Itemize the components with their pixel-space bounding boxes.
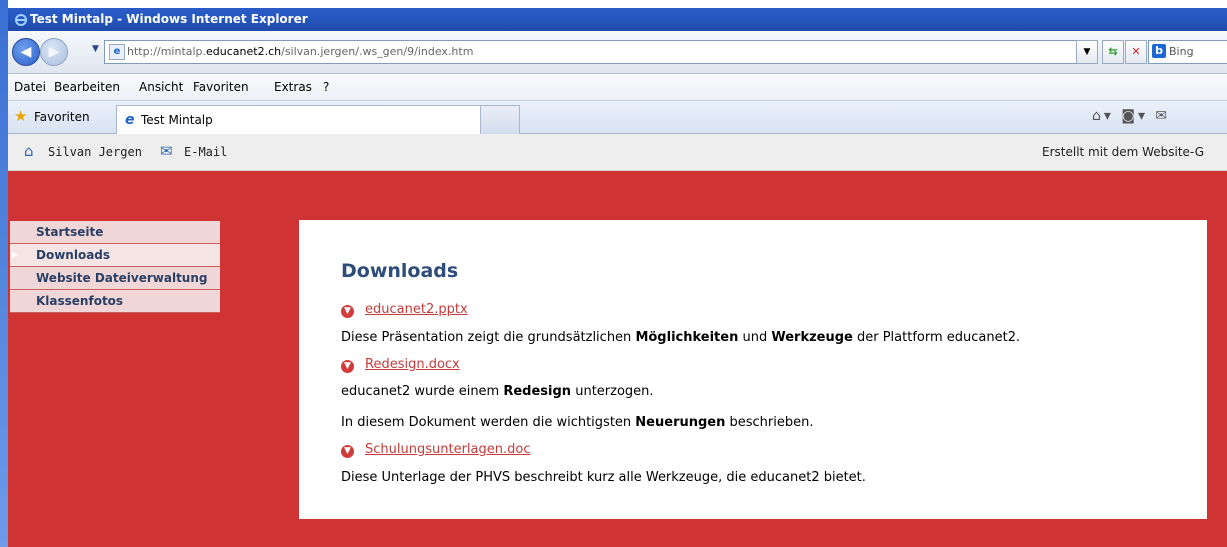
url-text[interactable]: http://mintalp.educanet2.ch/silvan.jerge…	[127, 45, 473, 58]
desc-text: unterzogen.	[571, 384, 654, 399]
site-owner-link[interactable]: Silvan Jergen	[48, 145, 142, 159]
download-link-doc[interactable]: Schulungsunterlagen.doc	[365, 442, 530, 457]
menu-bar: Datei Bearbeiten Ansicht Favoriten Extra…	[8, 74, 1227, 101]
window-title: Test Mintalp - Windows Internet Explorer	[30, 12, 308, 26]
download-link-pptx[interactable]: educanet2.pptx	[365, 302, 468, 317]
tab-test-mintalp[interactable]: e Test Mintalp	[116, 105, 482, 134]
url-suffix: /silvan.jergen/.ws_gen/9/index.htm	[281, 45, 474, 58]
nav-item-klassenfotos[interactable]: Klassenfotos	[10, 290, 220, 313]
forward-arrow-icon: ▶	[48, 44, 60, 60]
site-credit: Erstellt mit dem Website-G	[1042, 145, 1204, 159]
favorites-star-icon[interactable]: ★	[14, 107, 27, 125]
new-tab-button[interactable]	[480, 105, 520, 134]
download-bullet-icon: ▼	[341, 445, 354, 458]
home-icon[interactable]: ⌂	[24, 142, 34, 160]
download-description: Diese Unterlage der PHVS beschreibt kurz…	[341, 470, 866, 485]
search-provider-label: Bing	[1169, 45, 1194, 58]
nav-item-startseite[interactable]: Startseite	[10, 221, 220, 244]
menu-extras[interactable]: Extras	[274, 80, 312, 94]
desc-bold: Neuerungen	[635, 415, 726, 430]
address-bar[interactable]: e http://mintalp.educanet2.ch/silvan.jer…	[104, 40, 1084, 64]
site-header-bar: ⌂ Silvan Jergen ✉ E-Mail Erstellt mit de…	[8, 134, 1227, 171]
email-link[interactable]: E-Mail	[184, 145, 227, 159]
email-icon[interactable]: ✉	[160, 142, 173, 160]
page-icon: e	[109, 44, 125, 60]
download-link-docx[interactable]: Redesign.docx	[365, 357, 460, 372]
address-dropdown-button[interactable]: ▼	[1076, 40, 1098, 64]
search-box[interactable]: b Bing	[1148, 40, 1227, 64]
bing-logo-icon: b	[1152, 44, 1166, 58]
refresh-button[interactable]: ⇆	[1102, 40, 1124, 64]
left-navigation: Startseite ▶ Downloads Website Dateiverwa…	[10, 221, 220, 313]
desc-bold: Möglichkeiten	[635, 330, 739, 345]
recent-pages-dropdown-icon[interactable]: ▼	[92, 44, 99, 54]
back-button[interactable]: ◀	[12, 38, 40, 66]
download-bullet-icon: ▼	[341, 305, 354, 318]
desc-bold: Werkzeuge	[771, 330, 853, 345]
desc-text: educanet2 wurde einem	[341, 384, 504, 399]
desc-bold: Redesign	[503, 384, 572, 399]
nav-item-label: Startseite	[36, 225, 104, 239]
nav-item-label: Klassenfotos	[36, 294, 124, 308]
window-left-border	[0, 0, 8, 547]
desc-text: der Plattform educanet2.	[852, 330, 1021, 345]
url-domain: educanet2.ch	[206, 45, 282, 58]
forward-button[interactable]: ▶	[40, 38, 68, 66]
nav-item-downloads[interactable]: ▶ Downloads	[10, 244, 220, 267]
favorites-bar: ★ Favoriten e Test Mintalp ⌂▾ ◙▾ ✉	[8, 101, 1227, 134]
refresh-icon: ⇆	[1108, 45, 1118, 58]
active-indicator-icon: ▶	[12, 250, 19, 259]
ie-tab-icon: e	[125, 112, 135, 128]
download-description: educanet2 wurde einem Redesign unterzoge…	[341, 384, 654, 399]
download-bullet-icon: ▼	[341, 360, 354, 373]
address-toolbar: ◀ ▶ ▼ e http://mintalp.educanet2.ch/silv…	[8, 31, 1227, 74]
url-prefix: http://mintalp.	[127, 45, 207, 58]
content-panel: Downloads ▼ educanet2.pptx Diese Präsent…	[299, 220, 1207, 519]
menu-favoriten[interactable]: Favoriten	[193, 80, 249, 94]
desc-text: beschrieben.	[725, 415, 814, 430]
title-bar[interactable]: Test Mintalp - Windows Internet Explorer	[8, 8, 1227, 31]
desc-text: Diese Präsentation zeigt die grundsätzli…	[341, 330, 636, 345]
download-description: Diese Präsentation zeigt die grundsätzli…	[341, 330, 1020, 345]
stop-button[interactable]: ✕	[1125, 40, 1147, 64]
favorites-button[interactable]: Favoriten	[34, 110, 90, 124]
download-description: In diesem Dokument werden die wichtigste…	[341, 415, 814, 430]
desc-text: und	[738, 330, 772, 345]
menu-ansicht[interactable]: Ansicht	[139, 80, 183, 94]
desc-text: In diesem Dokument werden die wichtigste…	[341, 415, 636, 430]
nav-item-label: Website Dateiverwaltung	[36, 271, 208, 285]
menu-bearbeiten[interactable]: Bearbeiten	[54, 80, 120, 94]
command-bar-icons[interactable]: ⌂▾ ◙▾ ✉	[1092, 108, 1170, 124]
menu-help[interactable]: ?	[323, 80, 329, 94]
nav-item-website-dateiverwaltung[interactable]: Website Dateiverwaltung	[10, 267, 220, 290]
back-arrow-icon: ◀	[20, 44, 32, 60]
page-title: Downloads	[341, 260, 459, 282]
tab-title: Test Mintalp	[141, 113, 213, 127]
menu-datei[interactable]: Datei	[14, 80, 46, 94]
stop-icon: ✕	[1131, 45, 1141, 58]
nav-item-label: Downloads	[36, 248, 111, 262]
browser-window: Test Mintalp - Windows Internet Explorer…	[0, 0, 1227, 547]
